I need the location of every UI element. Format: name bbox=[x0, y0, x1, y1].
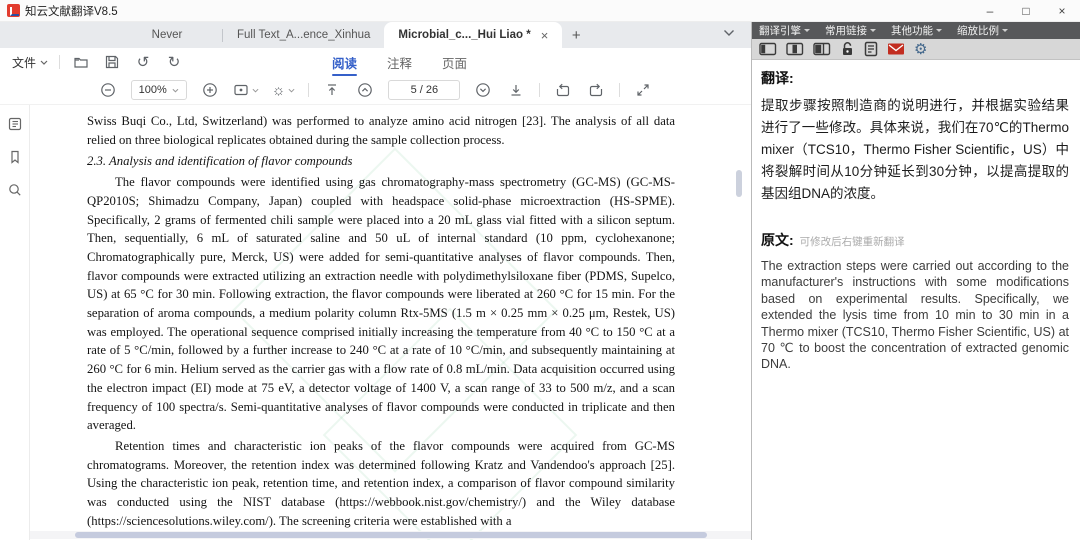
pdf-controls-toolbar: 100% ☼ 5 / 26 bbox=[0, 76, 751, 105]
display-mode-dropdown[interactable] bbox=[233, 83, 259, 97]
tab-label: Never bbox=[152, 29, 183, 41]
next-page-icon[interactable] bbox=[473, 80, 493, 100]
brightness-icon: ☼ bbox=[272, 83, 286, 98]
brightness-dropdown[interactable]: ☼ bbox=[272, 83, 296, 98]
fullscreen-icon[interactable] bbox=[633, 80, 653, 100]
chevron-down-icon bbox=[870, 29, 876, 32]
page-number-value: 5 / 26 bbox=[411, 84, 439, 96]
tab-microbial-active[interactable]: Microbial_c..._Hui Liao * × bbox=[384, 22, 562, 48]
file-menu[interactable]: 文件 bbox=[12, 54, 48, 71]
translation-panel: 翻译: 提取步骤按照制造商的说明进行，并根据实验结果进行了一些修改。具体来说，我… bbox=[752, 60, 1080, 540]
page-number-input[interactable]: 5 / 26 bbox=[388, 80, 460, 100]
toolbar-divider bbox=[59, 55, 60, 69]
notes-icon[interactable] bbox=[864, 41, 878, 57]
translation-icon-bar: ⚙ bbox=[752, 39, 1080, 60]
menu-zoom-ratio[interactable]: 缩放比例 bbox=[957, 23, 1008, 38]
tab-never[interactable]: Never bbox=[112, 22, 222, 48]
pdf-page-view[interactable]: Swiss Buqi Co., Ltd, Switzerland) was pe… bbox=[30, 105, 751, 540]
tab-close-icon[interactable]: × bbox=[541, 28, 549, 43]
tab-list-chevron-down-icon[interactable] bbox=[719, 23, 739, 43]
toolbar-divider bbox=[619, 83, 620, 97]
tab-fulltext[interactable]: Full Text_A...ence_Xinhua bbox=[223, 22, 384, 48]
pdf-page-text: Swiss Buqi Co., Ltd, Switzerland) was pe… bbox=[87, 112, 675, 530]
layout-left-panel-icon[interactable] bbox=[759, 41, 777, 57]
thumbnails-icon[interactable] bbox=[5, 114, 25, 134]
horizontal-scrollbar-thumb[interactable] bbox=[75, 532, 707, 538]
mail-icon[interactable] bbox=[887, 41, 905, 57]
chevron-down-icon bbox=[40, 60, 48, 65]
chevron-down-icon bbox=[804, 29, 810, 32]
minimize-button[interactable]: – bbox=[972, 0, 1008, 22]
rotate-right-icon[interactable] bbox=[586, 80, 606, 100]
original-text[interactable]: The extraction steps were carried out ac… bbox=[761, 258, 1069, 373]
document-tab-bar: Never Full Text_A...ence_Xinhua Microbia… bbox=[0, 22, 751, 48]
new-tab-button[interactable]: + bbox=[562, 22, 590, 48]
translation-label: 翻译: bbox=[761, 68, 1069, 88]
window-controls: – □ × bbox=[972, 0, 1080, 22]
vertical-scrollbar-thumb[interactable] bbox=[736, 170, 742, 197]
scroll-to-top-icon[interactable] bbox=[322, 80, 342, 100]
close-button[interactable]: × bbox=[1044, 0, 1080, 22]
zoom-level-select[interactable]: 100% bbox=[131, 80, 187, 100]
zoom-in-icon[interactable] bbox=[200, 80, 220, 100]
chevron-down-icon bbox=[252, 88, 259, 93]
view-mode-tabs: 阅读 注释 页面 bbox=[330, 48, 469, 76]
app-logo-icon bbox=[7, 4, 20, 17]
translation-text[interactable]: 提取步骤按照制造商的说明进行，并根据实验结果进行了一些修改。具体来说，我们在70… bbox=[761, 95, 1069, 205]
search-icon[interactable] bbox=[5, 180, 25, 200]
original-hint: 可修改后右键重新翻译 bbox=[800, 234, 905, 249]
pdf-sidebar bbox=[0, 105, 30, 540]
tab-label: Full Text_A...ence_Xinhua bbox=[237, 29, 370, 41]
main-toolbar: 文件 ↺ ↻ 阅读 注释 页面 bbox=[0, 48, 751, 76]
display-mode-icon bbox=[233, 83, 249, 97]
chevron-down-icon bbox=[1002, 29, 1008, 32]
bookmark-icon[interactable] bbox=[5, 147, 25, 167]
layout-split-panel-icon[interactable] bbox=[813, 41, 831, 57]
open-file-icon[interactable] bbox=[71, 52, 91, 72]
zoom-out-icon[interactable] bbox=[98, 80, 118, 100]
menu-other-functions[interactable]: 其他功能 bbox=[891, 23, 942, 38]
redo-icon[interactable]: ↻ bbox=[164, 52, 184, 72]
translation-menu-bar: 翻译引擎 常用链接 其他功能 缩放比例 bbox=[752, 22, 1080, 39]
rotate-left-icon[interactable] bbox=[553, 80, 573, 100]
lock-icon[interactable] bbox=[840, 41, 855, 57]
download-icon[interactable] bbox=[506, 80, 526, 100]
view-mode-page[interactable]: 页面 bbox=[440, 49, 469, 76]
horizontal-scrollbar[interactable] bbox=[30, 531, 751, 539]
chevron-down-icon bbox=[172, 88, 179, 93]
layout-middle-panel-icon[interactable] bbox=[786, 41, 804, 57]
view-mode-read[interactable]: 阅读 bbox=[330, 49, 359, 76]
paragraph: Swiss Buqi Co., Ltd, Switzerland) was pe… bbox=[87, 112, 675, 149]
original-label: 原文: bbox=[761, 230, 794, 250]
section-heading: 2.3. Analysis and identification of flav… bbox=[87, 152, 675, 171]
paragraph: Retention times and characteristic ion p… bbox=[87, 437, 675, 531]
previous-page-icon[interactable] bbox=[355, 80, 375, 100]
toolbar-divider bbox=[308, 83, 309, 97]
chevron-down-icon bbox=[288, 88, 295, 93]
menu-translation-engine[interactable]: 翻译引擎 bbox=[759, 23, 810, 38]
title-bar: 知云文献翻译V8.5 – □ × bbox=[0, 0, 1080, 22]
app-title: 知云文献翻译V8.5 bbox=[25, 3, 118, 19]
file-menu-label: 文件 bbox=[12, 54, 36, 71]
zoom-level-value: 100% bbox=[139, 84, 167, 96]
gear-icon[interactable]: ⚙ bbox=[914, 41, 927, 57]
menu-common-links[interactable]: 常用链接 bbox=[825, 23, 876, 38]
maximize-button[interactable]: □ bbox=[1008, 0, 1044, 22]
toolbar-divider bbox=[539, 83, 540, 97]
paragraph: The flavor compounds were identified usi… bbox=[87, 173, 675, 435]
view-mode-annotate[interactable]: 注释 bbox=[385, 49, 414, 76]
chevron-down-icon bbox=[936, 29, 942, 32]
undo-icon[interactable]: ↺ bbox=[133, 52, 153, 72]
tab-label: Microbial_c..._Hui Liao * bbox=[398, 29, 530, 41]
save-icon[interactable] bbox=[102, 52, 122, 72]
